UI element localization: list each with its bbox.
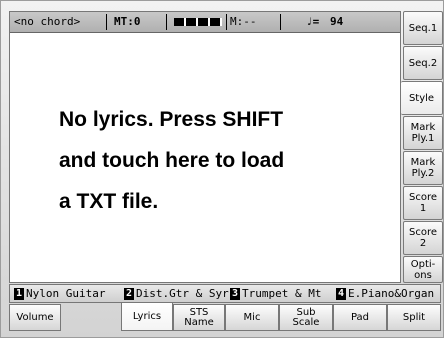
tab-mic[interactable]: Mic xyxy=(225,304,279,331)
track-number: 3 xyxy=(230,288,240,300)
chord-readout: <no chord> xyxy=(14,15,81,28)
track-number: 4 xyxy=(336,288,346,300)
options-button[interactable]: Opti- ons xyxy=(403,256,443,283)
track-name: E.Piano&Organ xyxy=(348,287,435,300)
seq1-button[interactable]: Seq.1 xyxy=(403,11,443,45)
status-divider xyxy=(106,14,107,30)
tab-split[interactable]: Split xyxy=(387,304,441,331)
track-name: Trumpet & Mt xyxy=(242,287,322,300)
score1-button[interactable]: Score 1 xyxy=(403,186,443,220)
player-display: <no chord> MT:0 M:-- ♩= 94 No lyrics. Pr… xyxy=(0,0,444,338)
tab-sub-scale[interactable]: Sub Scale xyxy=(279,304,333,331)
lyrics-screen[interactable]: <no chord> MT:0 M:-- ♩= 94 No lyrics. Pr… xyxy=(9,11,401,283)
track-2[interactable]: 2 Dist.Gtr & Syr xyxy=(124,285,230,302)
track-1[interactable]: 1 Nylon Guitar xyxy=(14,285,114,302)
tempo-symbol: ♩= xyxy=(306,15,320,28)
tab-pad[interactable]: Pad xyxy=(333,304,387,331)
track-name: Nylon Guitar xyxy=(26,287,106,300)
meter-icon xyxy=(174,18,222,26)
mark-ply2-button[interactable]: Mark Ply.2 xyxy=(403,151,443,185)
lyrics-message[interactable]: No lyrics. Press SHIFT and touch here to… xyxy=(59,99,389,222)
tab-volume[interactable]: Volume xyxy=(9,304,61,331)
seq2-button[interactable]: Seq.2 xyxy=(403,46,443,80)
tab-sts-name[interactable]: STS Name xyxy=(173,304,225,331)
track-number: 2 xyxy=(124,288,134,300)
status-divider xyxy=(280,14,281,30)
measure-readout: MT:0 xyxy=(114,15,141,28)
score2-button[interactable]: Score 2 xyxy=(403,221,443,255)
tab-bar: Volume Lyrics STS Name Mic Sub Scale Pad… xyxy=(9,303,441,331)
tab-lyrics[interactable]: Lyrics xyxy=(121,303,173,331)
status-divider xyxy=(166,14,167,30)
track-number: 1 xyxy=(14,288,24,300)
track-3[interactable]: 3 Trumpet & Mt xyxy=(230,285,336,302)
track-4[interactable]: 4 E.Piano&Organ xyxy=(336,285,440,302)
lyrics-line: and touch here to load xyxy=(59,149,285,172)
tempo-value: 94 xyxy=(330,15,344,28)
lyrics-line: No lyrics. Press SHIFT xyxy=(59,108,284,131)
style-button[interactable]: Style xyxy=(401,81,443,115)
marker-readout: M:-- xyxy=(230,15,257,28)
lyrics-line: a TXT file. xyxy=(59,190,159,213)
status-bar: <no chord> MT:0 M:-- ♩= 94 xyxy=(10,12,400,33)
track-strip: 1 Nylon Guitar 2 Dist.Gtr & Syr 3 Trumpet &… xyxy=(9,284,441,303)
status-divider xyxy=(226,14,227,30)
mark-ply1-button[interactable]: Mark Ply.1 xyxy=(403,116,443,150)
track-name: Dist.Gtr & Syr xyxy=(136,287,229,300)
